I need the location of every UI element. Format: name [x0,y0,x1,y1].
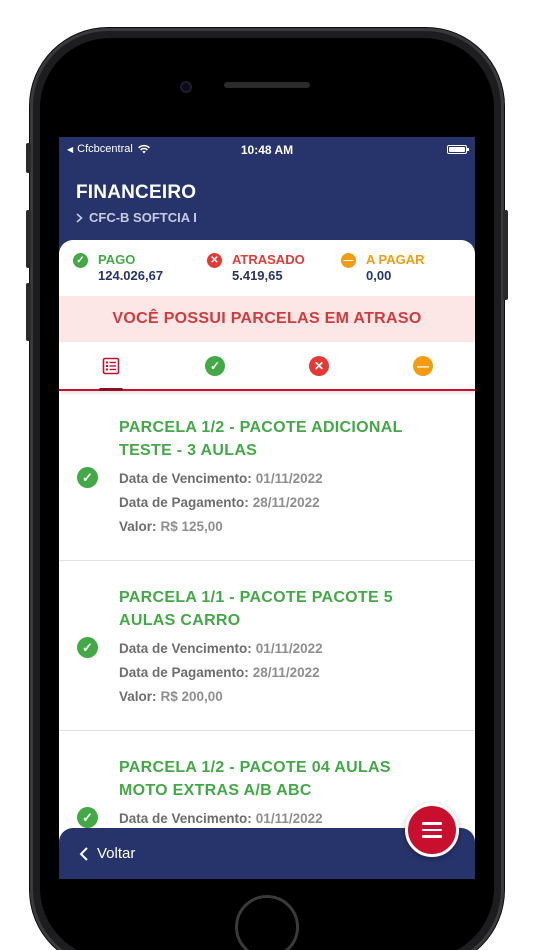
due-date-row: Data de Vencimento: 01/11/2022 [119,641,323,656]
front-camera [180,81,192,93]
menu-fab-button[interactable] [405,803,459,857]
pay-date-row: Data de Pagamento: 28/11/2022 [119,665,320,680]
value-label: Valor: [119,519,157,534]
minus-icon: — [341,253,356,268]
due-date-value: 01/11/2022 [255,471,323,486]
installment-list[interactable]: PARCELA 1/2 - PACOTE ADICIONAL TESTE - 3… [59,391,475,879]
check-icon: ✓ [77,807,98,828]
check-icon: ✓ [77,467,98,488]
volume-down-button [26,283,31,341]
check-icon: ✓ [77,637,98,658]
value-row: Valor: R$ 125,00 [119,519,223,534]
value-amount: R$ 125,00 [160,519,223,534]
power-button [503,210,508,300]
summary-pending-label: A PAGAR [366,252,425,267]
overdue-alert-banner: VOCÊ POSSUI PARCELAS EM ATRASO [59,296,475,342]
summary-late: ✕ ATRASADO 5.419,65 [207,252,341,295]
pay-date-label: Data de Pagamento: [119,495,249,510]
tab-late[interactable]: ✕ [267,343,371,389]
pay-date-row: Data de Pagamento: 28/11/2022 [119,495,320,510]
check-icon: ✓ [205,356,225,376]
tab-all[interactable] [59,343,163,391]
summary-paid: ✓ PAGO 124.026,67 [73,252,207,295]
earpiece-speaker [224,82,310,88]
tab-pending[interactable]: — [371,343,475,389]
chevron-right-icon [76,212,83,223]
summary-late-label: ATRASADO [232,252,305,267]
pay-date-value: 28/11/2022 [252,495,320,510]
minus-icon: — [413,356,433,376]
home-button[interactable] [235,895,299,950]
due-date-row: Data de Vencimento: 01/11/2022 [119,811,323,826]
list-item[interactable]: PARCELA 1/1 - PACOTE PACOTE 5 AULAS CARR… [59,561,475,731]
value-label: Valor: [119,689,157,704]
value-amount: R$ 200,00 [160,689,223,704]
menu-icon [422,822,442,825]
due-date-label: Data de Vencimento: [119,471,252,486]
check-icon: ✓ [73,253,88,268]
due-date-value: 01/11/2022 [255,811,323,826]
x-icon: ✕ [207,253,222,268]
list-icon [102,357,120,375]
battery-icon [447,145,469,154]
summary-late-value: 5.419,65 [232,268,283,283]
back-button[interactable]: Voltar [79,845,135,862]
status-time: 10:48 AM [240,143,294,157]
breadcrumb[interactable]: CFC-B SOFTCIA I [76,210,197,225]
installment-title: PARCELA 1/2 - PACOTE 04 AULAS MOTO EXTRA… [119,759,391,799]
due-date-label: Data de Vencimento: [119,641,252,656]
back-label: Voltar [97,845,136,862]
due-date-row: Data de Vencimento: 01/11/2022 [119,471,323,486]
breadcrumb-label: CFC-B SOFTCIA I [89,210,197,225]
summary-bar: ✓ PAGO 124.026,67 ✕ ATRASADO 5.419,65 — … [59,240,475,295]
value-row: Valor: R$ 200,00 [119,689,223,704]
menu-icon-line [422,828,442,832]
mute-switch [26,143,31,173]
list-item[interactable]: PARCELA 1/2 - PACOTE ADICIONAL TESTE - 3… [59,391,475,561]
app-screen: ◀ Cfcbcentral 10:48 AM FINANCEIRO CFC-B … [59,137,475,879]
due-date-value: 01/11/2022 [255,641,323,656]
summary-pending: — A PAGAR 0,00 [341,252,475,295]
filter-tabs: ✓ ✕ — [59,343,475,391]
pay-date-label: Data de Pagamento: [119,665,249,680]
x-icon: ✕ [309,356,329,376]
summary-pending-value: 0,00 [366,268,392,283]
summary-paid-label: PAGO [98,252,136,267]
pay-date-value: 28/11/2022 [252,665,320,680]
tab-paid[interactable]: ✓ [163,343,267,389]
installment-title: PARCELA 1/2 - PACOTE ADICIONAL TESTE - 3… [119,419,403,459]
due-date-label: Data de Vencimento: [119,811,252,826]
menu-icon-line [422,835,442,838]
summary-paid-value: 124.026,67 [98,268,164,283]
content-panel: ✓ PAGO 124.026,67 ✕ ATRASADO 5.419,65 — … [59,240,475,879]
chevron-left-icon [79,846,88,861]
volume-up-button [26,210,31,268]
installment-title: PARCELA 1/1 - PACOTE PACOTE 5 AULAS CARR… [119,589,393,629]
page-title: FINANCEIRO [76,182,197,203]
status-bar: ◀ Cfcbcentral 10:48 AM [59,137,475,163]
